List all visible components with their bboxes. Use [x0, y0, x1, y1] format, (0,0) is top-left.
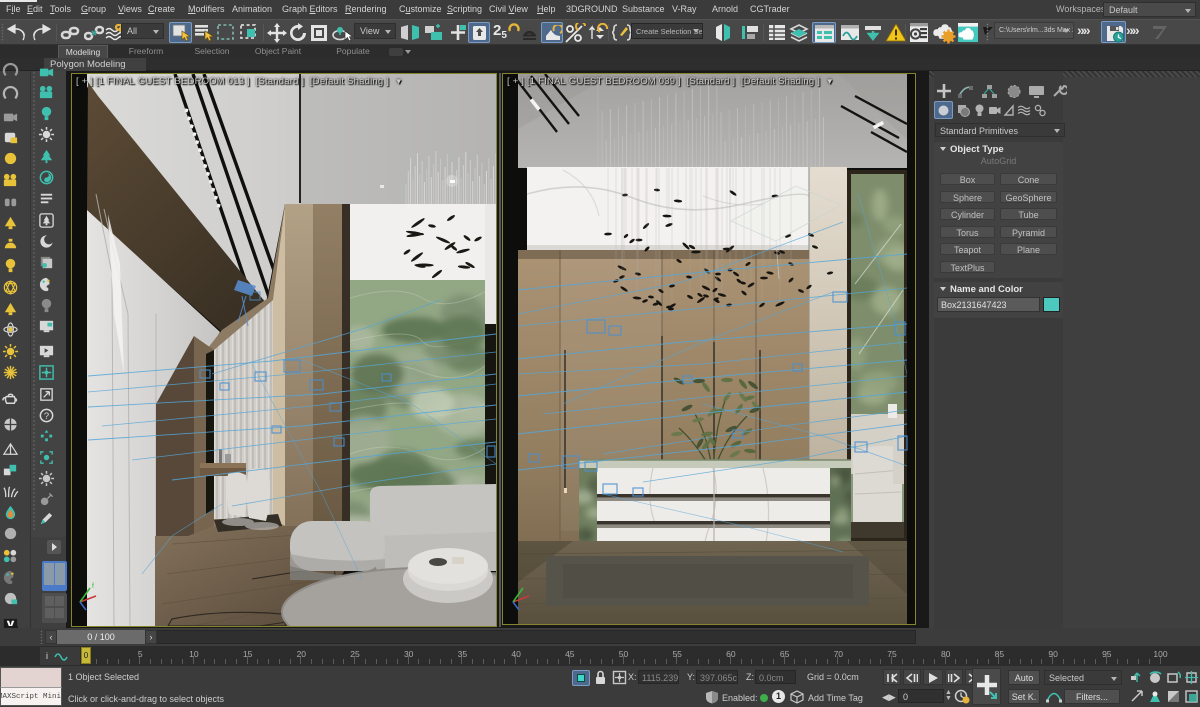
svg-text:?: ? — [44, 411, 49, 422]
svg-text:f: f — [92, 583, 94, 590]
